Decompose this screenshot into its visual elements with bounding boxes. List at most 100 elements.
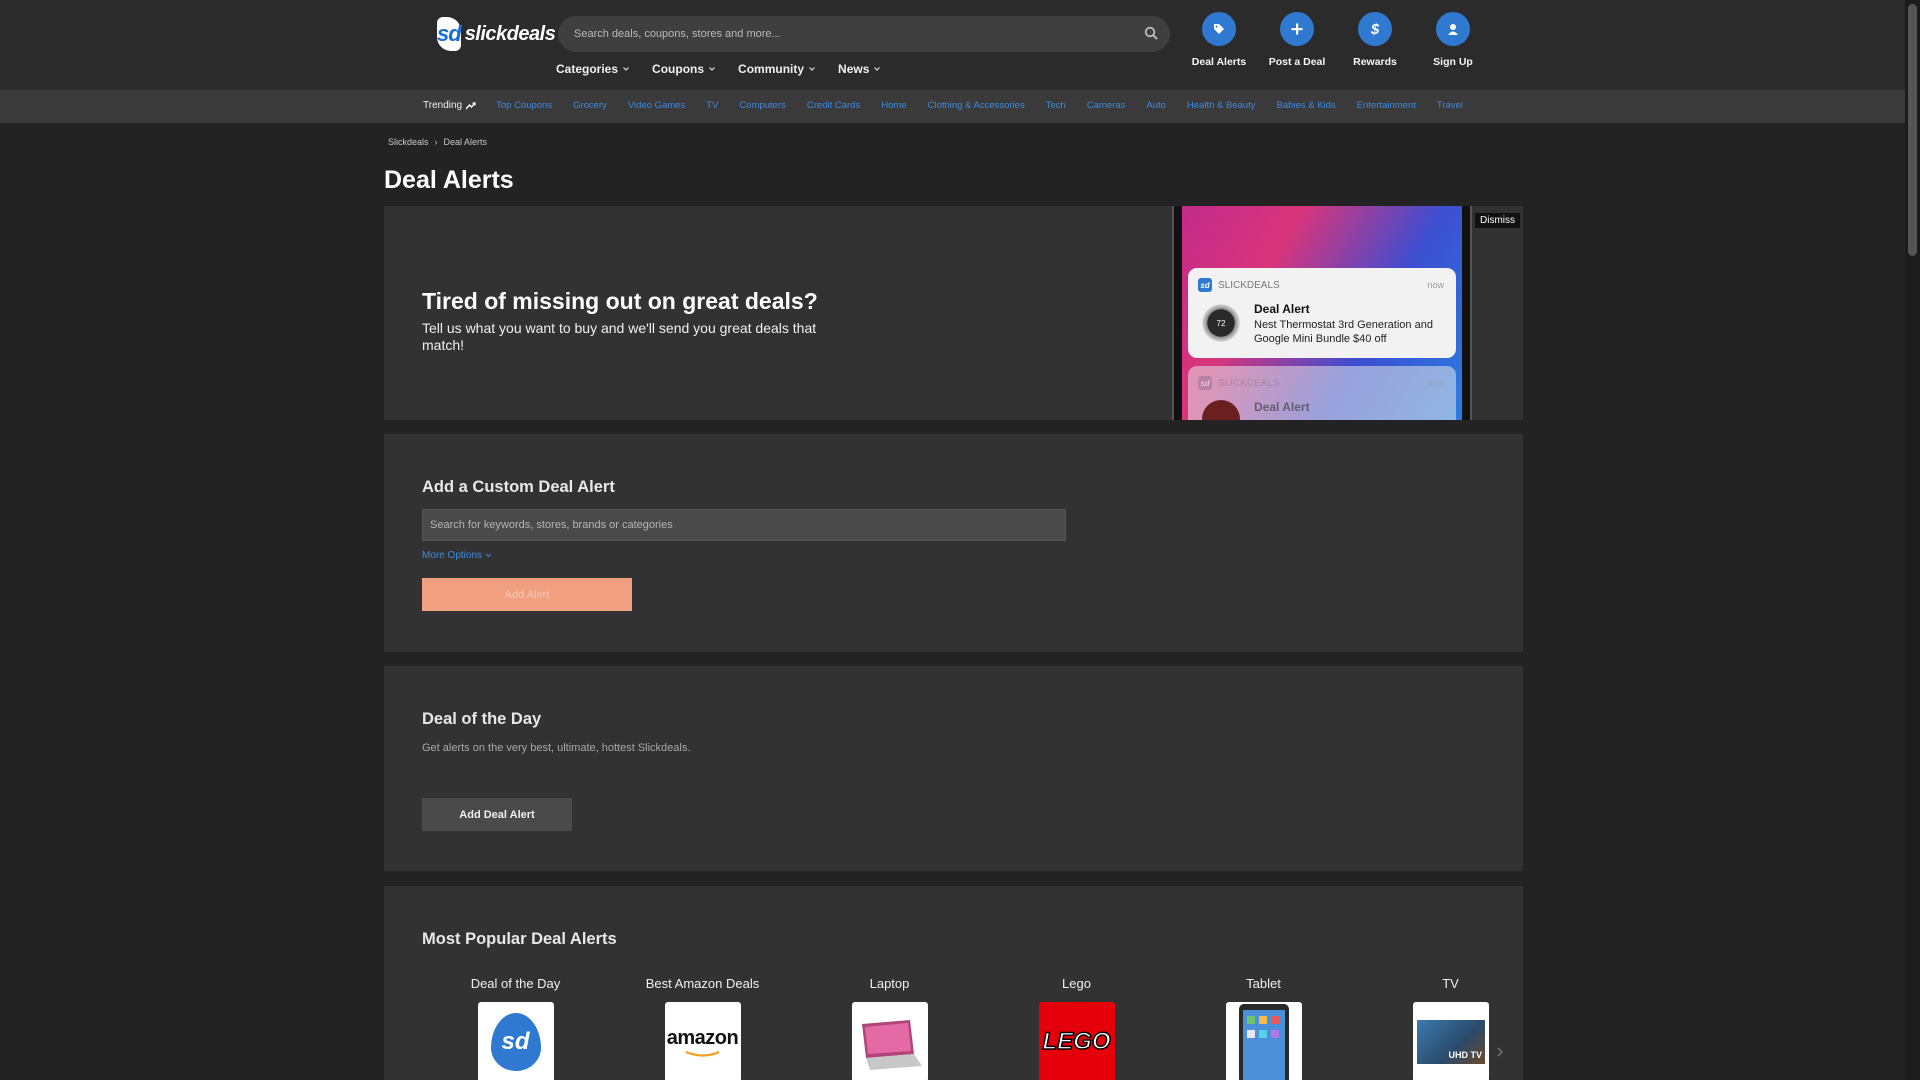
nav-categories[interactable]: Categories <box>556 62 630 76</box>
popular-item-lego[interactable]: Lego LEGO <box>983 976 1170 1080</box>
tag-icon <box>1202 12 1236 46</box>
deal-alert-notification-secondary: sd SLICKDEALS now Deal Alert <box>1188 366 1456 420</box>
nav-community-label: Community <box>738 62 805 76</box>
custom-alert-input[interactable] <box>423 510 1065 540</box>
subnav-link-babies-kids[interactable]: Babies & Kids <box>1277 100 1336 111</box>
subnav-link-credit-cards[interactable]: Credit Cards <box>807 100 860 111</box>
page-title: Deal Alerts <box>384 166 514 194</box>
notification2-app-name: SLICKDEALS <box>1218 377 1280 389</box>
sign-up-button[interactable]: Sign Up <box>1414 12 1492 68</box>
subnav-link-clothing[interactable]: Clothing & Accessories <box>928 100 1025 111</box>
post-deal-label: Post a Deal <box>1268 56 1326 68</box>
page-scrollbar[interactable] <box>1905 0 1920 1080</box>
user-icon <box>1436 12 1470 46</box>
rewards-label: Rewards <box>1353 56 1397 68</box>
rewards-button[interactable]: $ Rewards <box>1336 12 1414 68</box>
subnav-link-grocery[interactable]: Grocery <box>573 100 607 111</box>
nav-news[interactable]: News <box>838 62 881 76</box>
nav-community[interactable]: Community <box>738 62 816 76</box>
search-bar <box>558 16 1170 52</box>
trending-text: Trending <box>423 100 463 111</box>
hero-title: Tired of missing out on great deals? <box>422 288 818 314</box>
nav-categories-label: Categories <box>556 62 619 76</box>
deal-alerts-button[interactable]: Deal Alerts <box>1180 12 1258 68</box>
category-subnav: Trending Top Coupons Grocery Video Games… <box>0 90 1905 123</box>
hero-banner: Tired of missing out on great deals? Tel… <box>384 206 1523 420</box>
more-options-link[interactable]: More Options <box>422 550 492 561</box>
chevron-right-icon[interactable] <box>1494 1046 1506 1058</box>
dollar-icon: $ <box>1358 12 1392 46</box>
add-alert-button[interactable]: Add Alert <box>422 578 632 611</box>
subnav-link-auto[interactable]: Auto <box>1146 100 1166 111</box>
deal-of-day-card: Deal of the Day Get alerts on the very b… <box>384 666 1523 871</box>
trending-icon <box>466 101 476 109</box>
main-nav: Categories Coupons Community News <box>556 62 881 76</box>
subnav-link-computers[interactable]: Computers <box>739 100 785 111</box>
phone-screen: sd SLICKDEALS now 72 Deal Alert Nest The… <box>1182 206 1462 420</box>
tablet-icon <box>1238 1004 1289 1080</box>
phone-illustration: sd SLICKDEALS now 72 Deal Alert Nest The… <box>1172 206 1472 420</box>
hero-subtitle: Tell us what you want to buy and we'll s… <box>422 320 817 353</box>
deal-alerts-label: Deal Alerts <box>1191 56 1247 68</box>
search-icon[interactable] <box>1144 26 1158 40</box>
breadcrumb-home[interactable]: Slickdeals <box>388 137 429 147</box>
popular-item-label: TV <box>1442 976 1459 991</box>
popular-alerts-carousel: Deal of the Day sd Best Amazon Deals ama… <box>422 976 1544 1080</box>
tablet-thumbnail <box>1225 1002 1302 1080</box>
post-deal-button[interactable]: Post a Deal <box>1258 12 1336 68</box>
thermostat-image: 72 <box>1202 304 1240 342</box>
custom-alert-title: Add a Custom Deal Alert <box>422 478 615 496</box>
logo-wordmark: slickdeals <box>464 22 556 45</box>
uhd-tv-label: UHD TV <box>1448 1050 1483 1060</box>
deal-of-day-title: Deal of the Day <box>422 710 542 728</box>
subnav-link-tv[interactable]: TV <box>706 100 718 111</box>
popular-alerts-card: Most Popular Deal Alerts Deal of the Day… <box>384 886 1523 1080</box>
plus-icon <box>1280 12 1314 46</box>
custom-alert-field <box>422 509 1066 541</box>
popular-item-label: Lego <box>1062 976 1091 991</box>
product-image <box>1202 400 1240 420</box>
subnav-link-cameras[interactable]: Cameras <box>1087 100 1126 111</box>
notification2-time: now <box>1427 378 1444 388</box>
nav-coupons[interactable]: Coupons <box>652 62 716 76</box>
deal-of-day-thumbnail: sd <box>477 1002 554 1080</box>
popular-item-tablet[interactable]: Tablet <box>1170 976 1357 1080</box>
subnav-link-top-coupons[interactable]: Top Coupons <box>496 100 552 111</box>
subnav-link-home[interactable]: Home <box>881 100 906 111</box>
lego-thumbnail: LEGO <box>1038 1002 1115 1080</box>
popular-item-label: Laptop <box>869 976 910 991</box>
dismiss-button[interactable]: Dismiss <box>1475 213 1520 228</box>
popular-item-label: Deal of the Day <box>470 976 561 991</box>
breadcrumb-current: Deal Alerts <box>443 137 488 147</box>
notification2-title: Deal Alert <box>1254 400 1310 414</box>
logo-mark: sd <box>437 17 462 51</box>
popular-item-amazon[interactable]: Best Amazon Deals amazon <box>609 976 796 1080</box>
breadcrumb: Slickdeals › Deal Alerts <box>388 137 487 147</box>
subnav-link-video-games[interactable]: Video Games <box>628 100 685 111</box>
popular-item-tv[interactable]: TV UHD TV <box>1357 976 1544 1080</box>
nav-coupons-label: Coupons <box>652 62 705 76</box>
chevron-down-icon <box>874 67 881 71</box>
popular-item-deal-of-day[interactable]: Deal of the Day sd <box>422 976 609 1080</box>
subnav-link-travel[interactable]: Travel <box>1437 100 1463 111</box>
notification-body: Nest Thermostat 3rd Generation and Googl… <box>1254 319 1433 345</box>
laptop-thumbnail <box>851 1002 928 1080</box>
slickdeals-app-icon: sd <box>1198 278 1212 292</box>
scrollbar-thumb[interactable] <box>1908 4 1917 256</box>
add-deal-alert-button[interactable]: Add Deal Alert <box>422 798 572 831</box>
lego-logo-text: LEGO <box>1042 1027 1112 1056</box>
laptop-icon <box>861 1020 922 1070</box>
notification-time: now <box>1427 280 1444 290</box>
notification-app-name: SLICKDEALS <box>1218 279 1280 291</box>
deal-of-day-description: Get alerts on the very best, ultimate, h… <box>422 742 691 754</box>
site-logo[interactable]: sd slickdeals <box>437 14 556 54</box>
nav-news-label: News <box>838 62 870 76</box>
subnav-link-entertainment[interactable]: Entertainment <box>1357 100 1416 111</box>
popular-item-laptop[interactable]: Laptop <box>796 976 983 1080</box>
popular-item-label: Best Amazon Deals <box>645 976 760 991</box>
subnav-link-health-beauty[interactable]: Health & Beauty <box>1187 100 1256 111</box>
trending-label[interactable]: Trending <box>423 100 476 111</box>
search-input[interactable] <box>558 16 1170 52</box>
header-actions: Deal Alerts Post a Deal $ Rewards Sign U… <box>1180 12 1492 68</box>
subnav-link-tech[interactable]: Tech <box>1046 100 1066 111</box>
